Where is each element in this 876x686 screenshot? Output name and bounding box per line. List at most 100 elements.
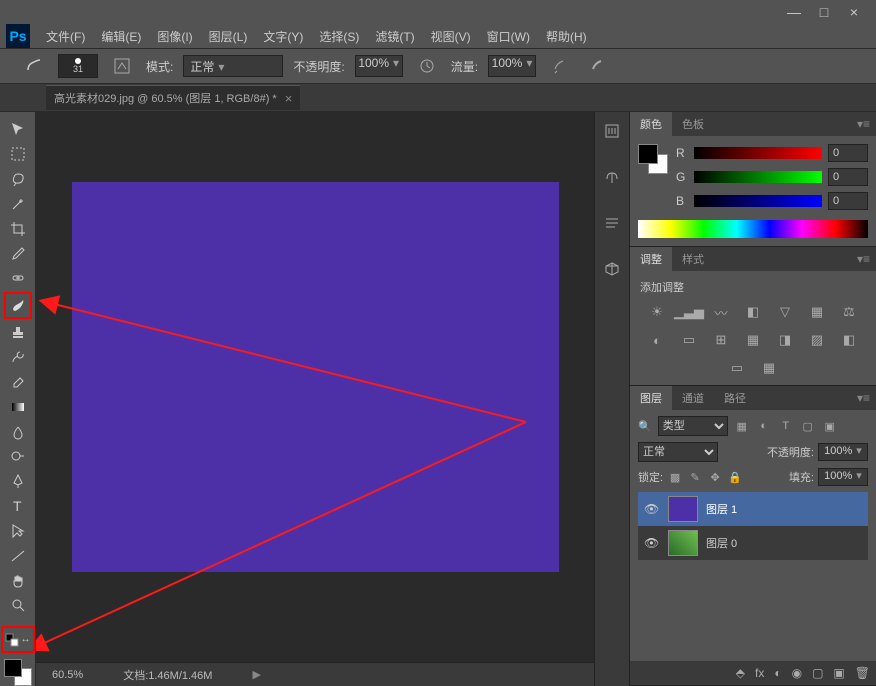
menu-window[interactable]: 窗口(W) xyxy=(479,28,538,45)
r-value-input[interactable] xyxy=(828,144,868,162)
threshold-icon[interactable]: ◧ xyxy=(838,331,860,349)
shape-tool[interactable] xyxy=(6,544,30,567)
brush-panel-toggle[interactable] xyxy=(108,54,136,78)
healing-tool[interactable] xyxy=(6,267,30,290)
pen-tool[interactable] xyxy=(6,470,30,493)
mixer-icon[interactable]: ⊞ xyxy=(710,331,732,349)
opacity-pressure-button[interactable] xyxy=(413,54,441,78)
menu-filter[interactable]: 滤镜(T) xyxy=(367,28,422,45)
menu-file[interactable]: 文件(F) xyxy=(38,28,93,45)
document-tab[interactable]: 高光素材029.jpg @ 60.5% (图层 1, RGB/8#) * × xyxy=(46,85,300,110)
invert-icon[interactable]: ◨ xyxy=(774,331,796,349)
brush-tool[interactable] xyxy=(4,292,32,319)
history-panel-icon[interactable] xyxy=(601,120,623,142)
path-select-tool[interactable] xyxy=(6,520,30,543)
delete-layer-icon[interactable]: 🗑 xyxy=(855,666,870,680)
menu-edit[interactable]: 编辑(E) xyxy=(93,28,149,45)
menu-view[interactable]: 视图(V) xyxy=(423,28,479,45)
paths-tab[interactable]: 路径 xyxy=(714,386,756,410)
eyedropper-tool[interactable] xyxy=(6,242,30,265)
swatches-tab[interactable]: 色板 xyxy=(672,112,714,136)
g-value-input[interactable] xyxy=(828,168,868,186)
window-minimize-button[interactable]: — xyxy=(780,3,808,21)
stamp-tool[interactable] xyxy=(6,321,30,344)
menu-layer[interactable]: 图层(L) xyxy=(201,28,256,45)
layer-thumbnail[interactable] xyxy=(668,496,698,522)
selective-icon[interactable]: ▦ xyxy=(758,359,780,377)
adjustment-layer-icon[interactable]: ◉ xyxy=(792,666,802,680)
dodge-tool[interactable] xyxy=(6,445,30,468)
layer-mask-icon[interactable]: ◐ xyxy=(774,666,781,680)
lock-position-icon[interactable]: ✥ xyxy=(707,469,723,485)
filter-shape-icon[interactable]: ▢ xyxy=(800,418,816,434)
layer-opacity-input[interactable]: 100% xyxy=(818,443,868,461)
color-spectrum[interactable] xyxy=(638,220,868,238)
wand-tool[interactable] xyxy=(6,193,30,216)
layers-panel-menu[interactable]: ▾≡ xyxy=(857,391,876,405)
layer-visibility-icon[interactable]: 👁 xyxy=(644,536,660,550)
canvas-viewport[interactable] xyxy=(36,112,594,662)
layer-item-1[interactable]: 👁 图层 1 xyxy=(638,492,868,526)
gradient-map-icon[interactable]: ▭ xyxy=(726,359,748,377)
blend-mode-select[interactable]: 正常 xyxy=(183,55,283,77)
vibrance-icon[interactable]: ▽ xyxy=(774,303,796,321)
size-pressure-button[interactable] xyxy=(584,54,612,78)
tool-preset-button[interactable] xyxy=(20,54,48,78)
channels-tab[interactable]: 通道 xyxy=(672,386,714,410)
filter-adjust-icon[interactable]: ◐ xyxy=(756,418,772,434)
eraser-tool[interactable] xyxy=(6,370,30,393)
brush-preset-picker[interactable]: 31 xyxy=(58,54,98,78)
document-canvas[interactable] xyxy=(72,182,559,572)
lock-transparency-icon[interactable]: ▩ xyxy=(667,469,683,485)
lock-all-icon[interactable]: 🔒 xyxy=(727,469,743,485)
lasso-tool[interactable] xyxy=(6,168,30,191)
filter-text-icon[interactable]: T xyxy=(778,418,794,434)
new-layer-icon[interactable]: ▣ xyxy=(833,666,844,680)
styles-tab[interactable]: 样式 xyxy=(672,247,714,271)
3d-panel-icon[interactable] xyxy=(601,258,623,280)
zoom-level[interactable]: 60.5% xyxy=(52,669,83,681)
adjustments-tab[interactable]: 调整 xyxy=(630,247,672,271)
default-colors-button[interactable]: ↔ xyxy=(1,626,35,653)
layer-visibility-icon[interactable]: 👁 xyxy=(644,502,660,516)
airbrush-button[interactable] xyxy=(546,54,574,78)
character-panel-icon[interactable] xyxy=(601,166,623,188)
layer-thumbnail[interactable] xyxy=(668,530,698,556)
tab-close-button[interactable]: × xyxy=(285,91,293,106)
gradient-tool[interactable] xyxy=(6,395,30,418)
fill-input[interactable]: 100% xyxy=(818,468,868,486)
balance-icon[interactable]: ⚖ xyxy=(838,303,860,321)
b-value-input[interactable] xyxy=(828,192,868,210)
layer-item-0[interactable]: 👁 图层 0 xyxy=(638,526,868,560)
layer-name[interactable]: 图层 1 xyxy=(706,501,737,517)
marquee-tool[interactable] xyxy=(6,143,30,166)
adjustments-panel-menu[interactable]: ▾≡ xyxy=(857,252,876,266)
menu-help[interactable]: 帮助(H) xyxy=(538,28,595,45)
lookup-icon[interactable]: ▦ xyxy=(742,331,764,349)
paragraph-panel-icon[interactable] xyxy=(601,212,623,234)
text-tool[interactable]: T xyxy=(6,495,30,518)
foreground-color-swatch[interactable] xyxy=(4,659,22,677)
layers-tab[interactable]: 图层 xyxy=(630,386,672,410)
menu-type[interactable]: 文字(Y) xyxy=(255,28,311,45)
color-panel-menu[interactable]: ▾≡ xyxy=(857,117,876,131)
brightness-icon[interactable]: ☀ xyxy=(646,303,668,321)
flow-input[interactable]: 100% xyxy=(488,55,536,77)
lock-pixels-icon[interactable]: ✎ xyxy=(687,469,703,485)
move-tool[interactable] xyxy=(6,118,30,141)
filter-pixel-icon[interactable]: ▦ xyxy=(734,418,750,434)
menu-image[interactable]: 图像(I) xyxy=(149,28,200,45)
levels-icon[interactable]: ▁▃▅ xyxy=(678,303,700,321)
color-preview[interactable] xyxy=(638,144,668,174)
crop-tool[interactable] xyxy=(6,217,30,240)
hue-icon[interactable]: ▦ xyxy=(806,303,828,321)
color-swatches[interactable] xyxy=(4,659,32,686)
blur-tool[interactable] xyxy=(6,420,30,443)
photo-filter-icon[interactable]: ▭ xyxy=(678,331,700,349)
zoom-tool[interactable] xyxy=(6,594,30,617)
bw-icon[interactable]: ◐ xyxy=(646,331,668,349)
history-brush-tool[interactable] xyxy=(6,346,30,369)
window-maximize-button[interactable]: □ xyxy=(810,3,838,21)
layer-fx-icon[interactable]: fx xyxy=(755,666,764,680)
layer-filter-select[interactable]: 类型 xyxy=(658,416,728,436)
